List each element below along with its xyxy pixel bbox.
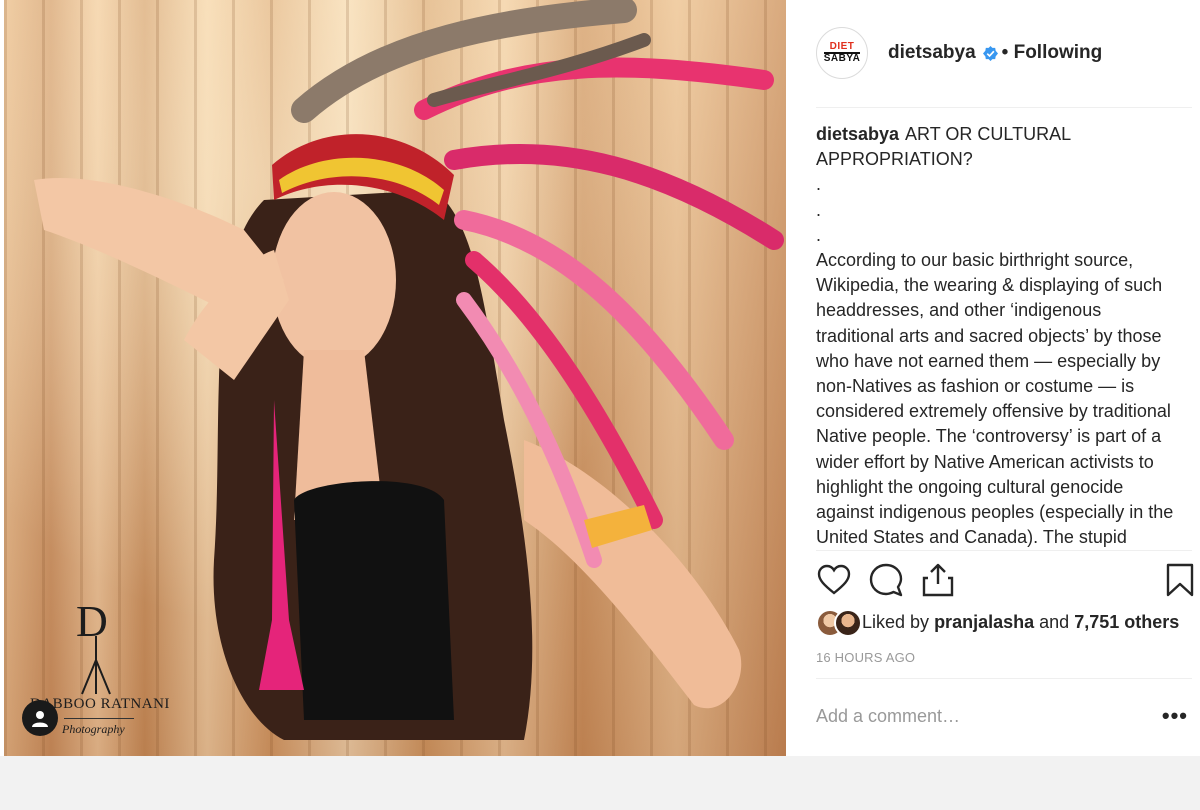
liked-others-link[interactable]: 7,751 others bbox=[1074, 612, 1179, 633]
caption-dot: . bbox=[816, 224, 822, 245]
liked-and: and bbox=[1039, 611, 1070, 632]
likes-summary: Liked by pranjalasha and 7,751 others bbox=[816, 606, 1192, 638]
share-icon[interactable] bbox=[920, 562, 956, 598]
post-header: DIET SABYA dietsabya • Following bbox=[816, 24, 1192, 82]
comment-input[interactable] bbox=[816, 705, 1136, 727]
verified-badge-icon bbox=[982, 45, 998, 61]
avatar-logo-top: DIET bbox=[829, 41, 855, 52]
tripod-icon bbox=[81, 636, 111, 695]
liked-prefix: Liked by bbox=[862, 611, 930, 632]
following-button[interactable]: • Following bbox=[1002, 42, 1103, 64]
caption-body: According to our basic birthright source… bbox=[816, 250, 1174, 547]
caption-dot: . bbox=[816, 199, 822, 220]
liker-avatar bbox=[834, 609, 862, 637]
profile-avatar[interactable]: DIET SABYA bbox=[816, 27, 868, 79]
action-bar bbox=[816, 560, 1194, 602]
liker-avatars[interactable] bbox=[816, 607, 862, 637]
avatar-logo-bottom: SABYA bbox=[823, 52, 861, 64]
comment-divider bbox=[816, 678, 1192, 679]
post-caption: dietsabya ART OR CULTURAL APPROPRIATION? … bbox=[816, 122, 1176, 547]
heart-icon[interactable] bbox=[816, 562, 852, 598]
user-icon bbox=[32, 711, 48, 727]
header-username[interactable]: dietsabya bbox=[888, 42, 976, 64]
header-divider bbox=[816, 107, 1192, 108]
watermark-subtitle: Photography bbox=[62, 722, 125, 736]
post-sidebar: DIET SABYA dietsabya • Following dietsab… bbox=[786, 0, 1200, 756]
post-photo[interactable]: D DABBOO RATNANI Photography bbox=[4, 0, 786, 756]
caption-divider bbox=[816, 550, 1192, 551]
comment-bubble-icon[interactable] bbox=[868, 562, 904, 598]
liked-user-link[interactable]: pranjalasha bbox=[934, 612, 1034, 633]
bookmark-icon[interactable] bbox=[1162, 562, 1198, 598]
comment-bar: ••• bbox=[816, 688, 1192, 744]
instagram-post: D DABBOO RATNANI Photography DIET SABYA … bbox=[0, 0, 1200, 756]
post-timestamp[interactable]: 16 HOURS AGO bbox=[816, 650, 915, 665]
caption-dot: . bbox=[816, 174, 822, 195]
caption-username[interactable]: dietsabya bbox=[816, 124, 899, 144]
tagged-user-button[interactable] bbox=[22, 700, 58, 736]
more-options-icon[interactable]: ••• bbox=[1162, 703, 1188, 729]
